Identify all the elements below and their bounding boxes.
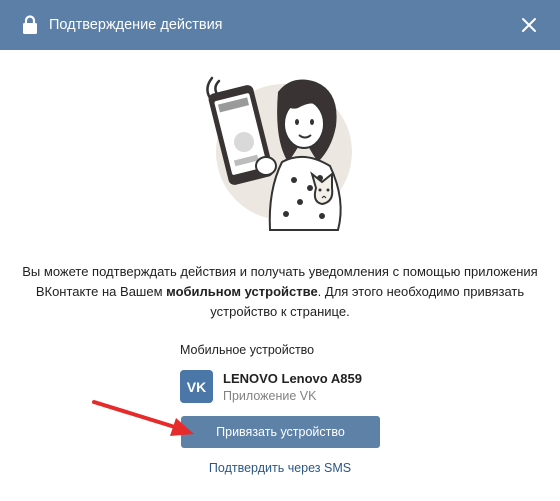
- close-icon[interactable]: [520, 16, 538, 34]
- confirm-via-sms-link[interactable]: Подтвердить через SMS: [180, 461, 380, 475]
- dialog-header: Подтверждение действия: [0, 0, 560, 50]
- bind-device-button[interactable]: Привязать устройство: [181, 416, 380, 448]
- red-arrow-annotation: [92, 400, 194, 436]
- description-bold: мобильном устройстве: [166, 284, 318, 299]
- confirm-action-dialog: Подтверждение действия Вы можете подтвер…: [0, 0, 560, 501]
- dialog-title: Подтверждение действия: [49, 17, 223, 33]
- description-text: Вы можете подтверждать действия и получа…: [22, 262, 538, 322]
- mobile-device-label: Мобильное устройство: [180, 343, 315, 357]
- device-row: VK LENOVO Lenovo A859 Приложение VK: [180, 370, 440, 404]
- device-name: LENOVO Lenovo A859: [223, 371, 362, 386]
- vk-logo-text: VK: [187, 379, 206, 395]
- lock-icon: [23, 15, 37, 34]
- phone-girl-illustration: [206, 76, 352, 231]
- device-app: Приложение VK: [223, 389, 317, 403]
